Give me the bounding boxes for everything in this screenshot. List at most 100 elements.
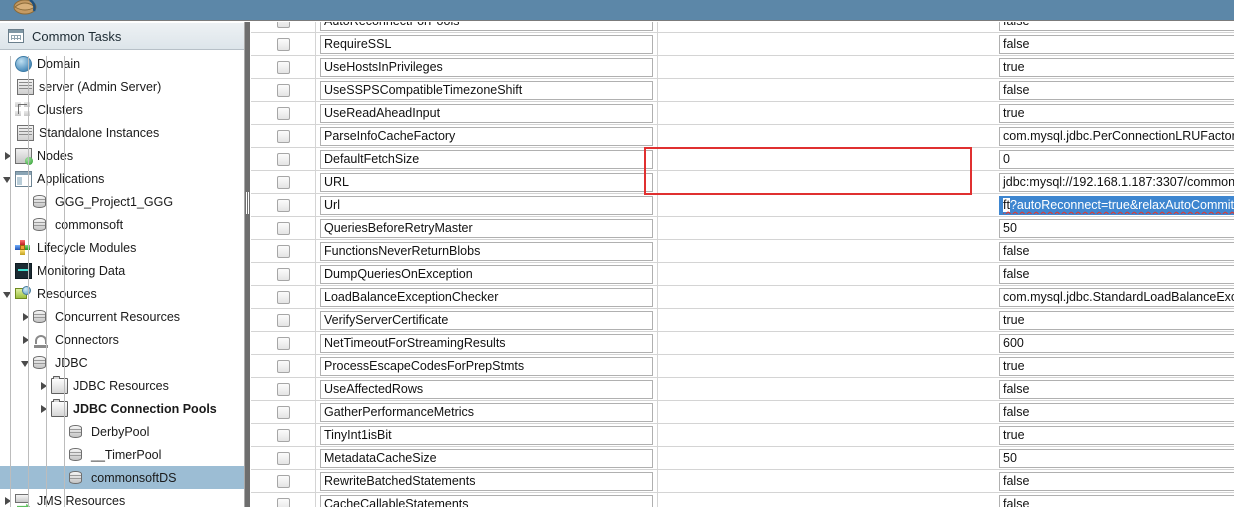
- row-checkbox[interactable]: [276, 198, 290, 212]
- row-select-cell[interactable]: [251, 332, 316, 354]
- table-row[interactable]: DefaultFetchSize 0: [251, 148, 1234, 171]
- table-row[interactable]: QueriesBeforeRetryMaster 50: [251, 217, 1234, 240]
- row-select-cell[interactable]: [251, 194, 316, 216]
- sidebar-item-connectors[interactable]: Connectors: [0, 328, 244, 351]
- sidebar-item-concurrent-resources[interactable]: Concurrent Resources: [0, 305, 244, 328]
- table-row[interactable]: DumpQueriesOnException false: [251, 263, 1234, 286]
- row-checkbox[interactable]: [276, 336, 290, 350]
- property-value-input[interactable]: true: [999, 356, 1234, 376]
- sidebar-item-jms-resources[interactable]: JMS Resources: [0, 489, 244, 507]
- property-value-input[interactable]: false: [999, 494, 1234, 507]
- table-row[interactable]: TinyInt1isBit true: [251, 424, 1234, 447]
- sidebar-item-jdbc[interactable]: JDBC: [0, 351, 244, 374]
- row-select-cell[interactable]: [251, 309, 316, 331]
- property-description-cell[interactable]: [657, 332, 991, 354]
- row-select-cell[interactable]: [251, 217, 316, 239]
- row-select-cell[interactable]: [251, 286, 316, 308]
- row-select-cell[interactable]: [251, 378, 316, 400]
- property-name-input[interactable]: RequireSSL: [320, 34, 653, 54]
- table-row[interactable]: RequireSSL false: [251, 33, 1234, 56]
- property-description-cell[interactable]: [657, 125, 991, 147]
- sidebar-item-commonsoftds[interactable]: commonsoftDS: [0, 466, 244, 489]
- property-description-cell[interactable]: [657, 194, 991, 216]
- table-row[interactable]: VerifyServerCertificate true: [251, 309, 1234, 332]
- property-name-input[interactable]: UseReadAheadInput: [320, 103, 653, 123]
- row-select-cell[interactable]: [251, 470, 316, 492]
- property-name-input[interactable]: FunctionsNeverReturnBlobs: [320, 241, 653, 261]
- property-description-cell[interactable]: [657, 56, 991, 78]
- property-description-cell[interactable]: [657, 171, 991, 193]
- property-name-input[interactable]: Url: [320, 195, 653, 215]
- property-name-input[interactable]: AutoReconnectForPools: [320, 22, 653, 31]
- property-value-input[interactable]: false: [999, 471, 1234, 491]
- property-name-input[interactable]: LoadBalanceExceptionChecker: [320, 287, 653, 307]
- property-value-input[interactable]: ft?autoReconnect=true&relaxAutoCommit=tr…: [999, 195, 1234, 215]
- property-name-input[interactable]: UseAffectedRows: [320, 379, 653, 399]
- property-description-cell[interactable]: [657, 102, 991, 124]
- property-description-cell[interactable]: [657, 240, 991, 262]
- sidebar-item-clusters[interactable]: Clusters: [0, 98, 244, 121]
- property-name-input[interactable]: VerifyServerCertificate: [320, 310, 653, 330]
- row-select-cell[interactable]: [251, 263, 316, 285]
- property-description-cell[interactable]: [657, 217, 991, 239]
- property-value-input[interactable]: true: [999, 425, 1234, 445]
- row-checkbox[interactable]: [276, 60, 290, 74]
- property-name-input[interactable]: ProcessEscapeCodesForPrepStmts: [320, 356, 653, 376]
- row-select-cell[interactable]: [251, 148, 316, 170]
- row-select-cell[interactable]: [251, 33, 316, 55]
- property-description-cell[interactable]: [657, 79, 991, 101]
- property-description-cell[interactable]: [657, 493, 991, 507]
- row-checkbox[interactable]: [276, 382, 290, 396]
- row-select-cell[interactable]: [251, 424, 316, 446]
- row-checkbox[interactable]: [276, 405, 290, 419]
- chevron-right-icon[interactable]: [2, 495, 14, 507]
- property-value-input[interactable]: true: [999, 103, 1234, 123]
- table-row[interactable]: NetTimeoutForStreamingResults 600: [251, 332, 1234, 355]
- property-description-cell[interactable]: [657, 447, 991, 469]
- property-description-cell[interactable]: [657, 263, 991, 285]
- property-value-input[interactable]: com.mysql.jdbc.StandardLoadBalanceExcept…: [999, 287, 1234, 307]
- common-tasks-header[interactable]: Common Tasks: [0, 22, 244, 50]
- row-checkbox[interactable]: [276, 267, 290, 281]
- property-name-input[interactable]: NetTimeoutForStreamingResults: [320, 333, 653, 353]
- table-row[interactable]: ProcessEscapeCodesForPrepStmts true: [251, 355, 1234, 378]
- table-row[interactable]: MetadataCacheSize 50: [251, 447, 1234, 470]
- table-row[interactable]: CacheCallableStatements false: [251, 493, 1234, 507]
- sidebar-item-lifecycle-modules[interactable]: Lifecycle Modules: [0, 236, 244, 259]
- row-select-cell[interactable]: [251, 125, 316, 147]
- property-description-cell[interactable]: [657, 401, 991, 423]
- property-description-cell[interactable]: [657, 309, 991, 331]
- chevron-right-icon[interactable]: [38, 380, 50, 392]
- chevron-down-icon[interactable]: [20, 357, 32, 369]
- property-value-input[interactable]: true: [999, 57, 1234, 77]
- table-row[interactable]: FunctionsNeverReturnBlobs false: [251, 240, 1234, 263]
- resource-tree[interactable]: Domain server (Admin Server) Clusters Stand…: [0, 50, 244, 507]
- property-name-input[interactable]: TinyInt1isBit: [320, 425, 653, 445]
- table-row[interactable]: URL jdbc:mysql://192.168.1.187:3307/commo…: [251, 171, 1234, 194]
- property-name-input[interactable]: QueriesBeforeRetryMaster: [320, 218, 653, 238]
- property-value-input[interactable]: false: [999, 402, 1234, 422]
- row-checkbox[interactable]: [276, 244, 290, 258]
- property-value-input[interactable]: com.mysql.jdbc.PerConnectionLRUFactory: [999, 126, 1234, 146]
- table-row[interactable]: ParseInfoCacheFactory com.mysql.jdbc.PerC…: [251, 125, 1234, 148]
- row-checkbox[interactable]: [276, 451, 290, 465]
- property-value-input[interactable]: false: [999, 34, 1234, 54]
- sidebar-item-jdbc-resources[interactable]: JDBC Resources: [0, 374, 244, 397]
- property-value-input[interactable]: false: [999, 80, 1234, 100]
- row-select-cell[interactable]: [251, 240, 316, 262]
- property-value-input[interactable]: 0: [999, 149, 1234, 169]
- property-name-input[interactable]: CacheCallableStatements: [320, 494, 653, 507]
- chevron-right-icon[interactable]: [38, 403, 50, 415]
- property-name-input[interactable]: MetadataCacheSize: [320, 448, 653, 468]
- table-row[interactable]: UseSSPSCompatibleTimezoneShift false: [251, 79, 1234, 102]
- row-checkbox[interactable]: [276, 37, 290, 51]
- row-checkbox[interactable]: [276, 22, 290, 28]
- table-row[interactable]: Url ft?autoReconnect=true&relaxAutoCommit…: [251, 194, 1234, 217]
- panel-splitter[interactable]: [245, 22, 250, 507]
- chevron-right-icon[interactable]: [20, 311, 32, 323]
- property-description-cell[interactable]: [657, 355, 991, 377]
- row-select-cell[interactable]: [251, 79, 316, 101]
- sidebar-item-server-admin-server[interactable]: server (Admin Server): [0, 75, 244, 98]
- row-select-cell[interactable]: [251, 401, 316, 423]
- property-name-input[interactable]: DumpQueriesOnException: [320, 264, 653, 284]
